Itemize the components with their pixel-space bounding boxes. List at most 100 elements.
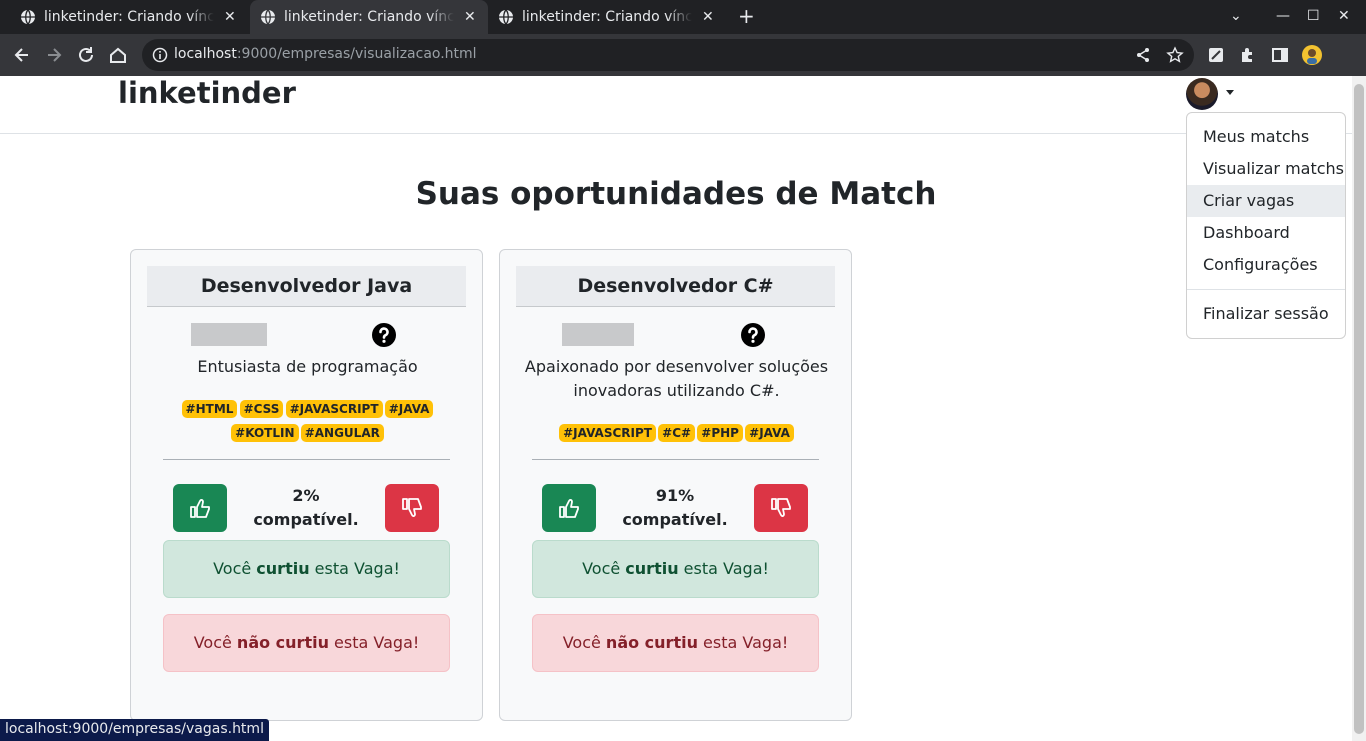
menu-item-configuracoes[interactable]: Configurações: [1187, 249, 1345, 281]
browser-toolbar: localhost:9000/empresas/visualizacao.htm…: [0, 34, 1366, 76]
like-button[interactable]: [173, 484, 227, 532]
alert-prefix: Você: [193, 633, 237, 652]
match-card: Desenvolvedor C# Apaixonado por desenvol…: [499, 249, 852, 721]
menu-item-meus-matchs[interactable]: Meus matchs: [1187, 121, 1345, 153]
disliked-alert: Você não curtiu esta Vaga!: [532, 614, 819, 672]
skill-tag: #ANGULAR: [300, 424, 384, 442]
close-icon[interactable]: ✕: [464, 9, 476, 25]
sidebar-icon[interactable]: [1270, 45, 1290, 65]
profile-icon[interactable]: [1302, 45, 1322, 65]
alert-emphasis: não curtiu: [236, 633, 329, 652]
thumbs-down-icon: [771, 498, 791, 517]
disliked-alert: Você não curtiu esta Vaga!: [163, 614, 450, 672]
alert-prefix: Você: [582, 559, 626, 578]
alert-suffix: esta Vaga!: [309, 559, 400, 578]
close-icon[interactable]: ✕: [702, 9, 714, 25]
thumbs-up-icon: [190, 499, 210, 518]
skill-tag: #C#: [658, 424, 696, 442]
page-viewport: linketinder Meus matchs Visualizar match…: [0, 76, 1352, 741]
minimize-icon[interactable]: —: [1276, 8, 1290, 24]
address-bar[interactable]: localhost:9000/empresas/visualizacao.htm…: [142, 39, 1194, 71]
card-title: Desenvolvedor C#: [516, 266, 835, 307]
page-scrollbar[interactable]: [1352, 76, 1366, 741]
browser-tab[interactable]: linketinder: Criando vínculos ✕: [0, 0, 248, 34]
chevron-down-icon[interactable]: ⌄: [1230, 8, 1242, 24]
browser-tab-strip: linketinder: Criando vínculos ✕ linketin…: [0, 0, 1366, 34]
compatibility-percent: 91%: [655, 486, 695, 505]
card-title: Desenvolvedor Java: [147, 266, 466, 307]
browser-tab[interactable]: linketinder: Criando vínculos ✕: [488, 0, 726, 34]
compatibility-text: 91% compatível.: [600, 484, 750, 532]
url-host: localhost: [174, 46, 237, 62]
back-icon[interactable]: [12, 45, 32, 65]
tab-title: linketinder: Criando vínculos: [44, 9, 214, 25]
card-description: Entusiasta de programação: [197, 357, 418, 376]
menu-item-dashboard[interactable]: Dashboard: [1187, 217, 1345, 249]
compatibility-label: compatível.: [253, 510, 359, 529]
menu-divider: [1187, 289, 1345, 290]
star-icon[interactable]: [1166, 46, 1184, 64]
info-icon[interactable]: [152, 47, 168, 63]
alert-prefix: Você: [562, 633, 606, 652]
skill-tag: #KOTLIN: [231, 424, 299, 442]
extension-icon[interactable]: [1206, 45, 1226, 65]
puzzle-icon[interactable]: [1238, 45, 1258, 65]
skill-tag: #HTML: [181, 400, 238, 418]
tab-title: linketinder: Criando vínculos: [522, 9, 692, 25]
brand-logo[interactable]: linketinder: [118, 76, 296, 110]
navbar: linketinder: [0, 76, 1352, 134]
avatar[interactable]: [1186, 78, 1218, 110]
card-description: Apaixonado por desenvolver soluções inov…: [524, 357, 829, 400]
skill-tag: #JAVASCRIPT: [559, 424, 656, 442]
home-icon[interactable]: [108, 45, 128, 65]
divider: [532, 459, 819, 460]
scrollbar-thumb[interactable]: [1354, 84, 1364, 734]
forward-icon[interactable]: [44, 45, 64, 65]
compatibility-label: compatível.: [622, 510, 728, 529]
liked-alert: Você curtiu esta Vaga!: [163, 540, 450, 598]
maximize-icon[interactable]: ☐: [1307, 8, 1320, 24]
thumbs-down-icon: [402, 498, 422, 517]
company-logo-placeholder: [562, 323, 634, 346]
plus-icon[interactable]: +: [738, 6, 755, 26]
alert-emphasis: curtiu: [625, 559, 679, 578]
company-logo-placeholder: [191, 323, 267, 346]
globe-icon: [261, 9, 275, 25]
liked-alert: Você curtiu esta Vaga!: [532, 540, 819, 598]
skill-tags: #JAVASCRIPT #C# #PHP #JAVA: [520, 421, 833, 445]
page-title: Suas oportunidades de Match: [415, 176, 937, 212]
compatibility-text: 2% compatível.: [231, 484, 381, 532]
close-icon[interactable]: ✕: [224, 9, 236, 25]
alert-prefix: Você: [213, 559, 257, 578]
thumbs-up-icon: [559, 499, 579, 518]
globe-icon: [499, 9, 513, 25]
browser-tab-active[interactable]: linketinder: Criando vínculos ✕: [250, 0, 488, 34]
dislike-button[interactable]: [754, 484, 808, 532]
url-path: :9000/empresas/visualizacao.html: [236, 46, 477, 62]
skill-tag: #JAVASCRIPT: [285, 400, 383, 418]
question-circle-icon[interactable]: [741, 323, 765, 347]
divider: [163, 459, 450, 460]
skill-tag: #PHP: [697, 424, 743, 442]
skill-tag: #JAVA: [745, 424, 794, 442]
alert-emphasis: curtiu: [256, 559, 310, 578]
skill-tag: #JAVA: [384, 400, 434, 418]
user-dropdown-menu: Meus matchs Visualizar matchs Criar vaga…: [1186, 112, 1346, 339]
link-status-bar: localhost:9000/empresas/vagas.html: [0, 719, 269, 741]
share-icon[interactable]: [1134, 46, 1152, 64]
alert-suffix: esta Vaga!: [328, 633, 420, 652]
reload-icon[interactable]: [76, 45, 96, 65]
menu-item-logout[interactable]: Finalizar sessão: [1187, 298, 1345, 330]
caret-down-icon[interactable]: [1226, 90, 1234, 95]
dislike-button[interactable]: [385, 484, 439, 532]
like-button[interactable]: [542, 484, 596, 532]
question-circle-icon[interactable]: [372, 323, 396, 347]
close-window-icon[interactable]: ✕: [1338, 8, 1350, 24]
alert-emphasis: não curtiu: [605, 633, 698, 652]
url-text: localhost:9000/empresas/visualizacao.htm…: [174, 46, 477, 62]
match-card: Desenvolvedor Java Entusiasta de program…: [130, 249, 483, 721]
tab-title: linketinder: Criando vínculos: [284, 9, 454, 25]
skill-tag: #CSS: [239, 400, 284, 418]
alert-suffix: esta Vaga!: [678, 559, 769, 578]
alert-suffix: esta Vaga!: [697, 633, 789, 652]
